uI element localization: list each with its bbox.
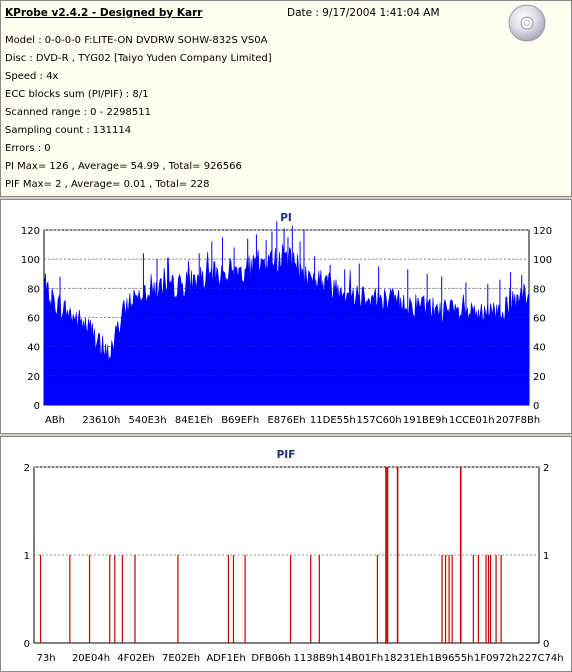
pif-xtick: 1F0972h [474,653,518,664]
pif-xtick: 227C74h [518,653,563,664]
pif-xtick: 1B9655h [428,653,473,664]
pi-ytick-right: 60 [533,314,546,325]
pi-chart-panel: PI 0 0 20 20 40 40 60 60 80 80 100 100 120 120 ABh 2361… [0,199,572,434]
pif-xtick: 7E02Eh [162,653,200,664]
pi-xtick: ABh [45,415,65,426]
pif-xtick: 73h [36,653,55,664]
pif-xtick: 20E04h [72,653,110,664]
pif-summary-line: PIF Max= 2 , Average= 0.01 , Total= 228 [5,179,210,190]
pif-xtick: 4F02Eh [117,653,155,664]
pif-chart-panel: PIF 0 0 1 1 2 2 73h 20E04h 4F02Eh 7E02Eh ADF1Eh DFB… [0,436,572,672]
pi-ytick-right: 20 [533,372,546,383]
model-line: Model : 0-0-0-0 F:LITE-ON DVDRW SOHW-832… [5,35,268,46]
pi-ytick-left: 40 [27,343,40,354]
pif-xtick: 18231Eh [384,653,428,664]
pi-ytick-left: 0 [34,401,40,412]
pif-xtick: 14B01Fh [339,653,383,664]
pif-xtick: 1138B9h [293,653,338,664]
pi-ytick-left: 80 [27,284,40,295]
pi-ytick-right: 100 [533,255,552,266]
errors-line: Errors : 0 [5,143,51,154]
pif-ytick-right: 0 [543,639,549,650]
pif-xtick: DFB06h [251,653,290,664]
pi-xtick: E876Eh [267,415,305,426]
pif-ytick-right: 1 [543,551,549,562]
range-line: Scanned range : 0 - 2298511 [5,107,151,118]
pif-xtick: ADF1Eh [206,653,245,664]
pi-xtick: 157C60h [357,415,402,426]
pi-xtick: 84E1Eh [175,415,213,426]
pif-ytick-left: 2 [24,463,30,474]
pi-ytick-right: 120 [533,226,552,237]
pi-xtick: 540E3h [129,415,167,426]
pif-ytick-right: 2 [543,463,549,474]
pi-ytick-right: 80 [533,284,546,295]
pi-ytick-right: 40 [533,343,546,354]
disc-icon [508,4,546,42]
info-panel: KProbe v2.4.2 - Designed by Karr Date : … [0,0,572,197]
pi-chart: PI 0 0 20 20 40 40 60 60 80 80 100 100 120 120 ABh 2361… [21,212,552,426]
pi-xtick: 207F8Bh [496,415,540,426]
pif-chart-title: PIF [277,449,296,461]
pi-ytick-left: 120 [21,226,40,237]
pi-ytick-left: 60 [27,314,40,325]
scan-date: Date : 9/17/2004 1:41:04 AM [287,7,440,19]
pif-ytick-left: 1 [24,551,30,562]
pi-xtick: 1CCE01h [449,415,495,426]
pi-xtick: 191BE9h [403,415,448,426]
app-title: KProbe v2.4.2 - Designed by Karr [5,7,203,19]
pi-xtick: 11DE55h [310,415,356,426]
pi-xtick: B69EFh [221,415,259,426]
pif-ytick-left: 0 [24,639,30,650]
sampling-line: Sampling count : 131114 [5,125,132,136]
pi-ytick-left: 100 [21,255,40,266]
pi-xtick: 23610h [82,415,120,426]
pi-chart-title: PI [280,212,292,224]
ecc-line: ECC blocks sum (PI/PIF) : 8/1 [5,89,149,100]
speed-line: Speed : 4x [5,71,59,82]
disc-line: Disc : DVD-R , TYG02 [Taiyo Yuden Compan… [5,53,272,64]
pif-chart: PIF 0 0 1 1 2 2 73h 20E04h 4F02Eh 7E02Eh ADF1Eh DFB… [24,449,564,664]
pi-summary-line: PI Max= 126 , Average= 54.99 , Total= 92… [5,161,242,172]
pi-ytick-left: 20 [27,372,40,383]
pi-ytick-right: 0 [533,401,539,412]
